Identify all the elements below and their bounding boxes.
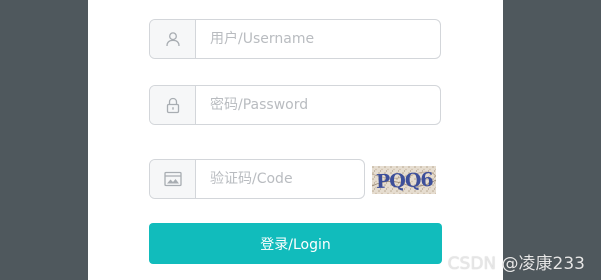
password-addon (150, 86, 196, 124)
code-input[interactable] (196, 160, 364, 198)
username-field (149, 19, 441, 59)
login-panel: PQQ6 登录/Login (88, 0, 503, 280)
code-field (149, 159, 365, 199)
code-addon (150, 160, 196, 198)
user-icon (165, 32, 180, 47)
password-field (149, 85, 441, 125)
image-icon (163, 171, 182, 187)
username-addon (150, 20, 196, 58)
captcha-image[interactable]: PQQ6 (372, 166, 436, 194)
captcha-text: PQQ6 (376, 169, 434, 193)
watermark: CSDN @凌康233 (447, 254, 585, 274)
login-button[interactable]: 登录/Login (149, 223, 442, 264)
password-input[interactable] (196, 86, 440, 124)
lock-icon (166, 97, 179, 113)
username-input[interactable] (196, 20, 440, 58)
